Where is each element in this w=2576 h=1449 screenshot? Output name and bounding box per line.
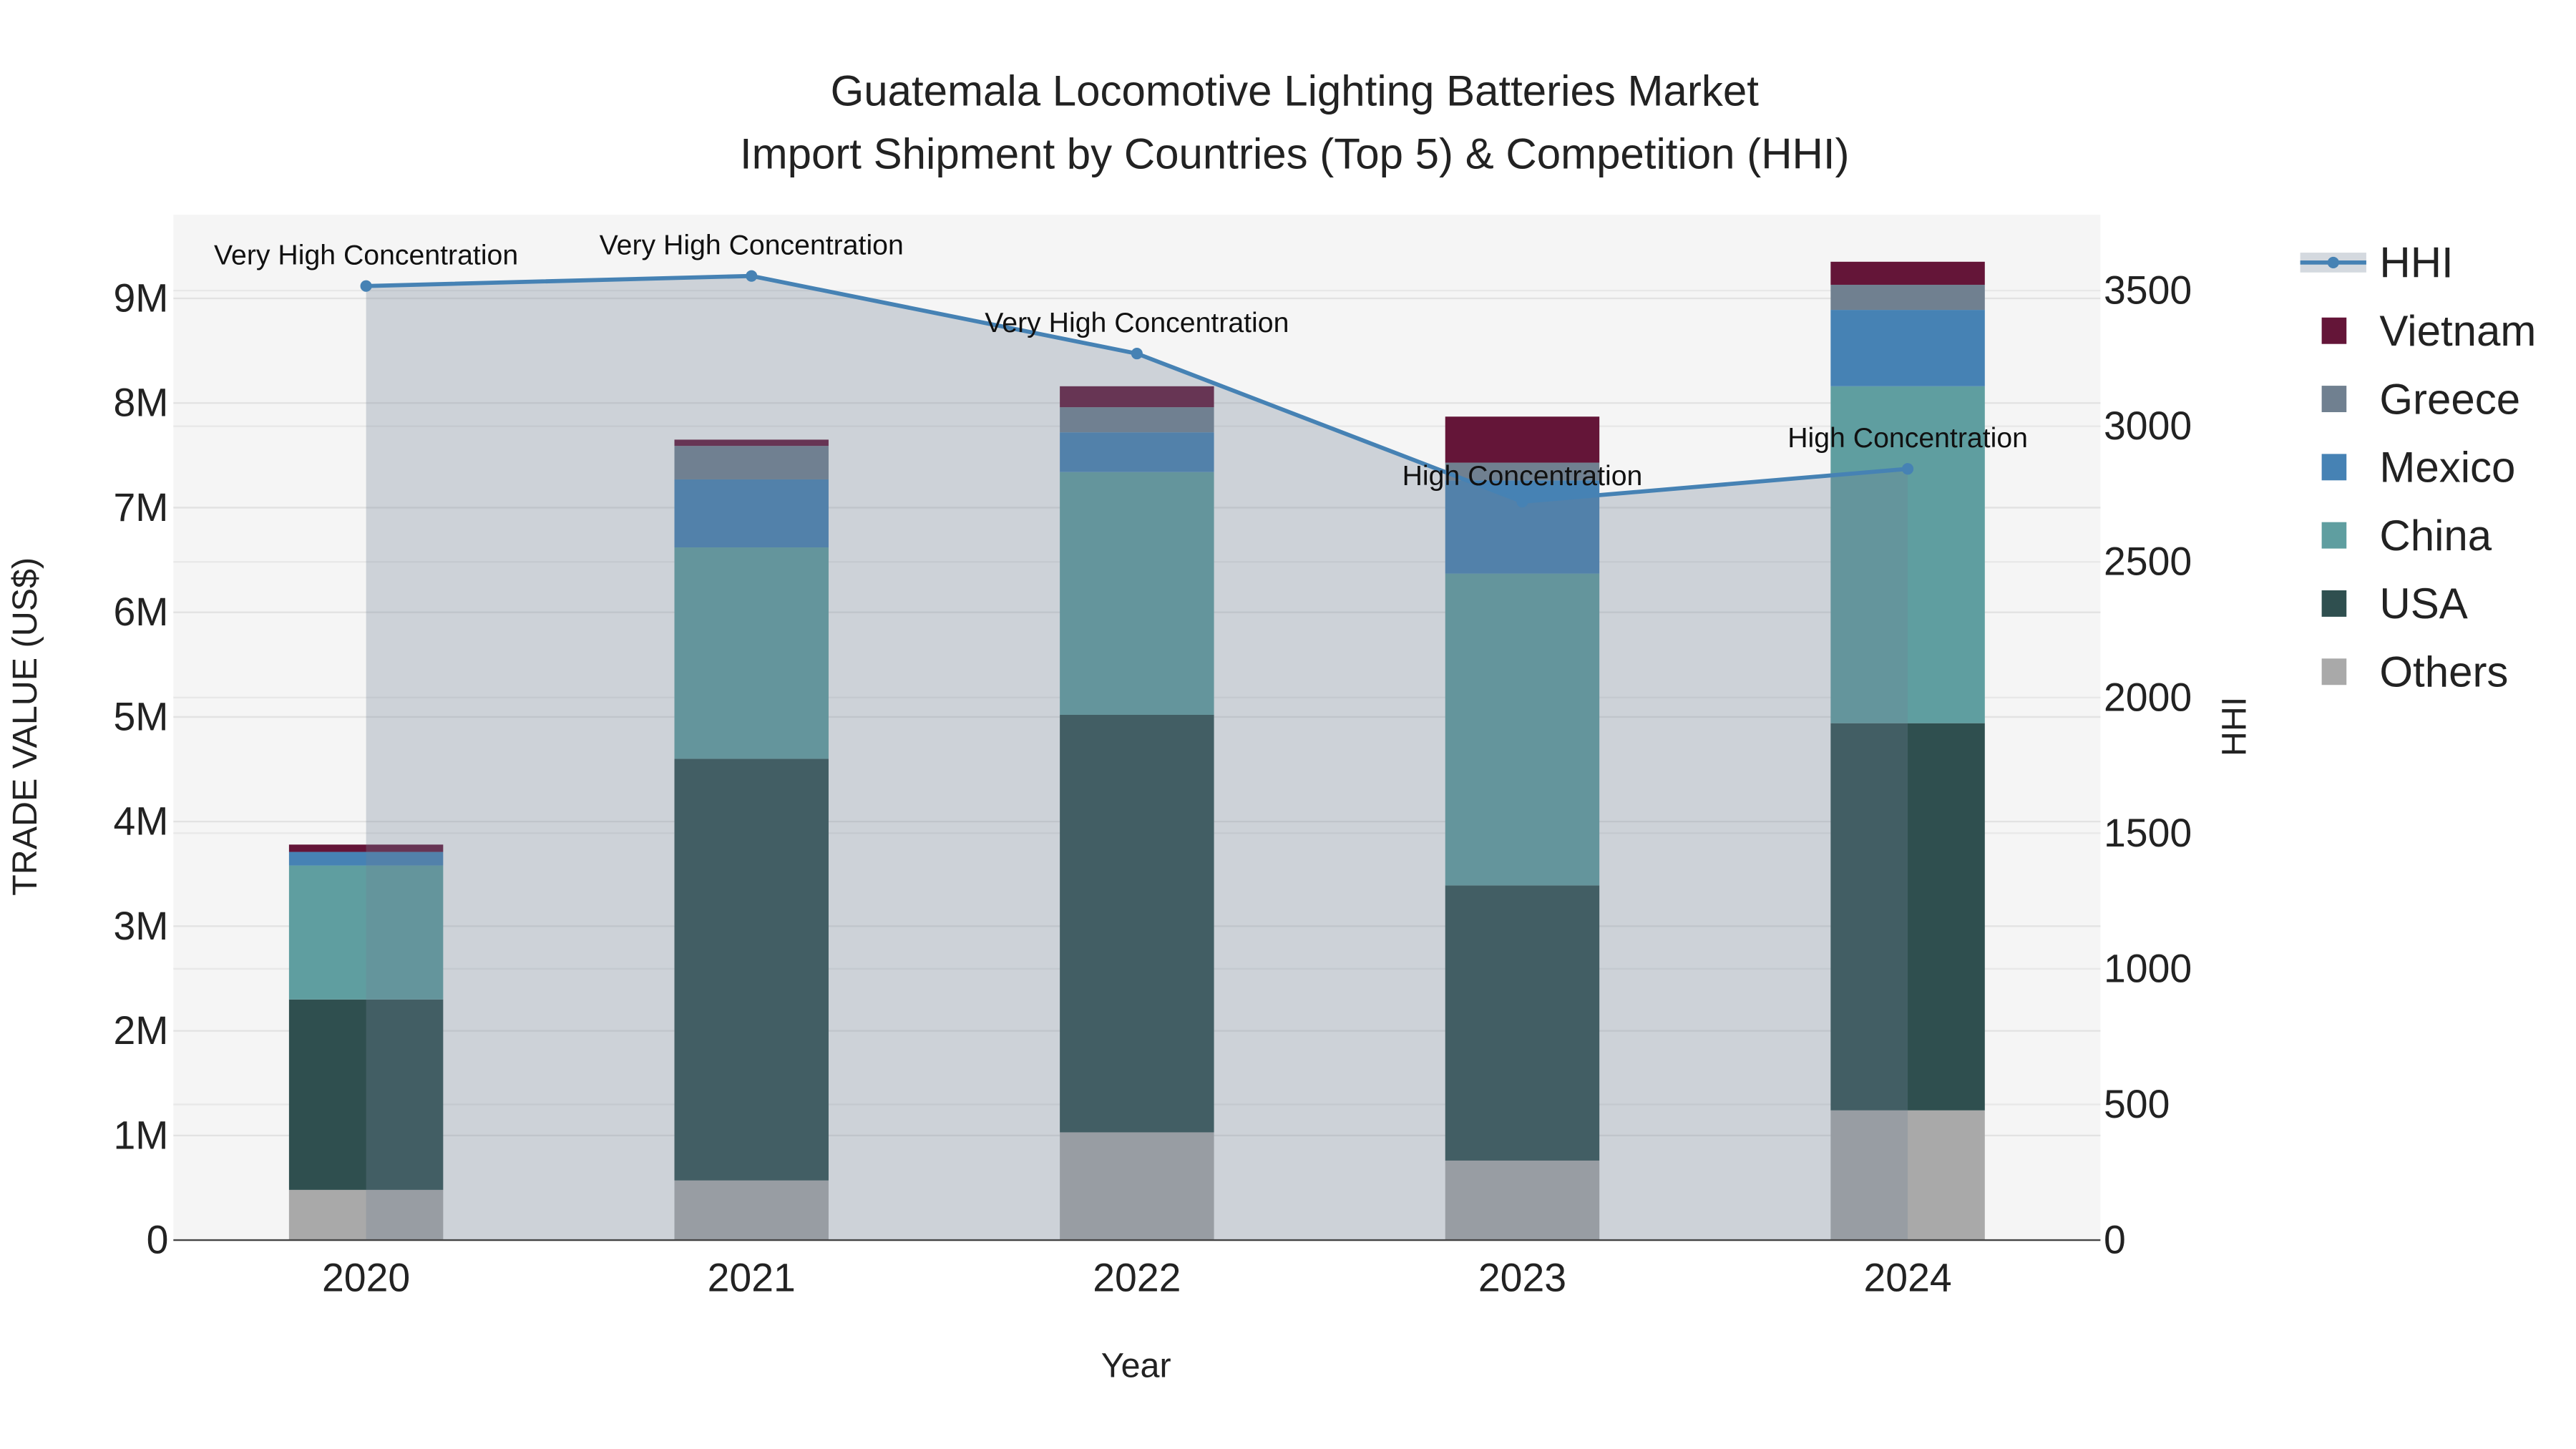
- x-tick-label: 2020: [322, 1256, 410, 1300]
- y-tick-label: 5M: [113, 694, 168, 738]
- bar-greece-2024: [1830, 284, 1985, 311]
- legend-item-mexico[interactable]: Mexico: [2321, 444, 2516, 492]
- y2-tick-label: 3000: [2104, 404, 2192, 448]
- legend-label: Vietnam: [2379, 307, 2536, 355]
- y-tick-label: 2M: [113, 1008, 168, 1053]
- hhi-annotation: Very High Concentration: [985, 307, 1289, 338]
- y-tick-label: 3M: [113, 904, 168, 948]
- y2-tick-label: 1500: [2104, 811, 2192, 855]
- legend-label: HHI: [2379, 239, 2453, 287]
- hhi-annotation: High Concentration: [1787, 422, 2028, 454]
- bar-mexico-2024: [1830, 310, 1985, 386]
- legend-label: China: [2379, 512, 2492, 560]
- chart-title-line1: Guatemala Locomotive Lighting Batteries …: [831, 67, 1760, 115]
- legend: HHI Vietnam Greece Mexico China USA Others: [2300, 239, 2537, 696]
- legend-item-others[interactable]: Others: [2321, 648, 2509, 696]
- y2-tick-label: 0: [2104, 1218, 2126, 1262]
- legend-item-china[interactable]: China: [2321, 512, 2492, 560]
- y-tick-label: 8M: [113, 381, 168, 425]
- hhi-annotation: High Concentration: [1402, 460, 1643, 492]
- hhi-point-2022: [1131, 348, 1143, 360]
- hhi-point-2020: [360, 280, 372, 292]
- y2-tick-label: 2000: [2104, 675, 2192, 719]
- legend-label: Greece: [2379, 375, 2520, 423]
- legend-swatch: [2327, 256, 2339, 268]
- y-axis-title: TRADE VALUE (US$): [6, 557, 44, 896]
- legend-item-vietnam[interactable]: Vietnam: [2321, 307, 2537, 355]
- y2-tick-label: 1000: [2104, 946, 2192, 990]
- legend-label: USA: [2379, 580, 2467, 628]
- y-tick-label: 7M: [113, 485, 168, 530]
- y2-tick-label: 3500: [2104, 268, 2192, 313]
- legend-item-greece[interactable]: Greece: [2321, 375, 2521, 423]
- legend-swatch: [2321, 317, 2347, 344]
- hhi-point-2021: [746, 270, 758, 282]
- y-tick-label: 6M: [113, 590, 168, 634]
- bar-vietnam-2024: [1830, 261, 1985, 285]
- legend-swatch: [2321, 590, 2347, 617]
- bar-vietnam-2023: [1445, 416, 1600, 463]
- hhi-annotation: Very High Concentration: [214, 240, 518, 271]
- hhi-point-2024: [1902, 463, 1914, 475]
- chart-title-line2: Import Shipment by Countries (Top 5) & C…: [740, 130, 1850, 177]
- legend-swatch: [2321, 658, 2347, 686]
- legend-item-usa[interactable]: USA: [2321, 580, 2468, 628]
- x-axis-title: Year: [1101, 1347, 1171, 1385]
- hhi-point-2023: [1516, 496, 1528, 508]
- y2-axis-title: HHI: [2215, 697, 2253, 756]
- y-tick-label: 0: [147, 1218, 169, 1262]
- y-tick-label: 9M: [113, 275, 168, 320]
- chart: Very High Concentration Very High Concent…: [6, 67, 2537, 1385]
- legend-swatch: [2321, 454, 2347, 481]
- legend-label: Mexico: [2379, 444, 2515, 492]
- y-tick-label: 4M: [113, 799, 168, 844]
- legend-item-hhi[interactable]: HHI: [2300, 239, 2454, 287]
- y2-tick-label: 500: [2104, 1082, 2170, 1126]
- x-tick-label: 2023: [1478, 1256, 1566, 1300]
- legend-swatch: [2321, 522, 2347, 549]
- legend-swatch: [2321, 386, 2347, 412]
- x-tick-label: 2024: [1863, 1256, 1951, 1300]
- legend-label: Others: [2379, 648, 2508, 696]
- x-tick-label: 2021: [708, 1256, 796, 1300]
- hhi-annotation: Very High Concentration: [600, 230, 904, 261]
- y-tick-label: 1M: [113, 1113, 168, 1157]
- x-tick-label: 2022: [1093, 1256, 1181, 1300]
- y2-tick-label: 2500: [2104, 540, 2192, 584]
